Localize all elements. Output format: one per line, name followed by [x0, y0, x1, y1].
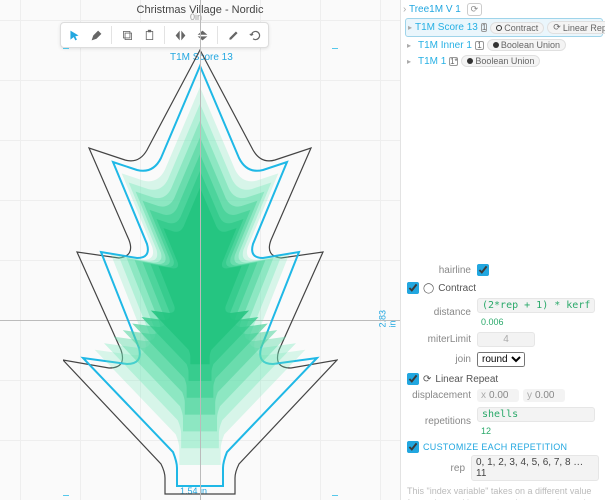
layer-count-badge: 1: [475, 41, 484, 50]
edit-icon[interactable]: [224, 26, 242, 44]
selected-path-icon: [83, 66, 317, 486]
customize-checkbox[interactable]: [407, 441, 419, 453]
prop-rep: rep 0, 1, 2, 3, 4, 5, 6, 7, 8 … 11: [407, 455, 599, 481]
prop-join: join round: [407, 352, 599, 367]
canvas-toolbar: [60, 22, 269, 48]
layer-row[interactable]: ▸ T1M Inner 1 1 Boolean Union: [405, 37, 603, 53]
caret-icon: ▸: [407, 41, 415, 50]
bool-icon: [467, 58, 473, 64]
rep-sequence: 0, 1, 2, 3, 4, 5, 6, 7, 8 … 11: [471, 455, 599, 481]
selection-bounds-icon: [63, 48, 338, 496]
miter-input: [477, 332, 535, 347]
breadcrumb-badge-icon: ⟳: [467, 3, 483, 16]
copy-icon[interactable]: [118, 26, 136, 44]
prop-displacement: displacement x0.00 y0.00: [407, 389, 599, 402]
mirror-v-icon[interactable]: [193, 26, 211, 44]
layer-name: T1M Score 13: [415, 22, 478, 33]
repeat-icon: ⟳: [423, 374, 431, 385]
breadcrumb-name: Tree1M V 1: [409, 4, 461, 15]
help-text: This "index variable" takes on a differe…: [407, 486, 599, 500]
repetitions-eval: 12: [481, 426, 491, 436]
modifier-pill[interactable]: Boolean Union: [461, 55, 540, 67]
page-title: Christmas Village - Nordic: [0, 4, 400, 16]
layer-row[interactable]: ▸ T1M Score 13 1 Contract ⟳Linear Repeat: [405, 18, 603, 37]
select-tool-icon[interactable]: [65, 26, 83, 44]
prop-hairline: hairline: [407, 264, 599, 276]
disp-y-input[interactable]: y0.00: [523, 389, 565, 402]
tree-shape[interactable]: [63, 48, 338, 496]
shells-icon: [95, 87, 306, 465]
join-select[interactable]: round: [477, 352, 525, 367]
refresh-icon[interactable]: [246, 26, 264, 44]
distance-input[interactable]: [477, 298, 595, 313]
repetitions-input[interactable]: [477, 407, 595, 422]
canvas[interactable]: Christmas Village - Nordic 0in 1.54 in 2…: [0, 0, 400, 500]
modifier-pill[interactable]: ⟳Linear Repeat: [547, 21, 605, 34]
prop-distance: distance 0.006: [407, 298, 599, 327]
customize-toggle[interactable]: CUSTOMIZE EACH REPETITION: [407, 441, 599, 453]
repeat-icon: ⟳: [553, 22, 561, 33]
bool-icon: [493, 42, 499, 48]
breadcrumb[interactable]: › Tree1M V 1 ⟳: [403, 3, 482, 16]
contract-icon: [496, 25, 502, 31]
linear-repeat-enable-checkbox[interactable]: [407, 373, 419, 385]
layer-count-badge: 1*: [449, 57, 458, 66]
contract-section[interactable]: ◯ Contract: [407, 282, 599, 294]
layer-name: T1M 1: [418, 56, 446, 67]
caret-icon: ▸: [407, 57, 415, 66]
ruler-top-label: 0in: [190, 12, 202, 22]
linear-repeat-section[interactable]: ⟳ Linear Repeat: [407, 373, 599, 385]
layer-count-badge: 1: [481, 23, 487, 32]
modifier-pill[interactable]: Contract: [490, 22, 544, 34]
caret-icon: ▸: [408, 23, 412, 32]
layer-name: T1M Inner 1: [418, 40, 472, 51]
layer-row[interactable]: ▸ T1M 1 1* Boolean Union: [405, 53, 603, 69]
contract-icon: ◯: [423, 283, 434, 294]
layer-tree: ▸ T1M Score 13 1 Contract ⟳Linear Repeat…: [405, 18, 603, 69]
paste-icon[interactable]: [140, 26, 158, 44]
modifier-pill[interactable]: Boolean Union: [487, 39, 566, 51]
mirror-h-icon[interactable]: [171, 26, 189, 44]
contract-enable-checkbox[interactable]: [407, 282, 419, 294]
distance-eval: 0.006: [481, 317, 504, 327]
pen-tool-icon[interactable]: [87, 26, 105, 44]
prop-miter: miterLimit: [407, 332, 599, 347]
properties: hairline ◯ Contract distance 0.006 miter…: [407, 264, 599, 500]
disp-x-input[interactable]: x0.00: [477, 389, 519, 402]
prop-repetitions: repetitions 12: [407, 407, 599, 436]
ruler-right-label: 2.83 in: [378, 303, 398, 328]
outer-path-icon: [63, 50, 337, 494]
hairline-checkbox[interactable]: [477, 264, 489, 276]
inspector-panel: › Tree1M V 1 ⟳ ▸ T1M Score 13 1 Contract…: [400, 0, 605, 500]
